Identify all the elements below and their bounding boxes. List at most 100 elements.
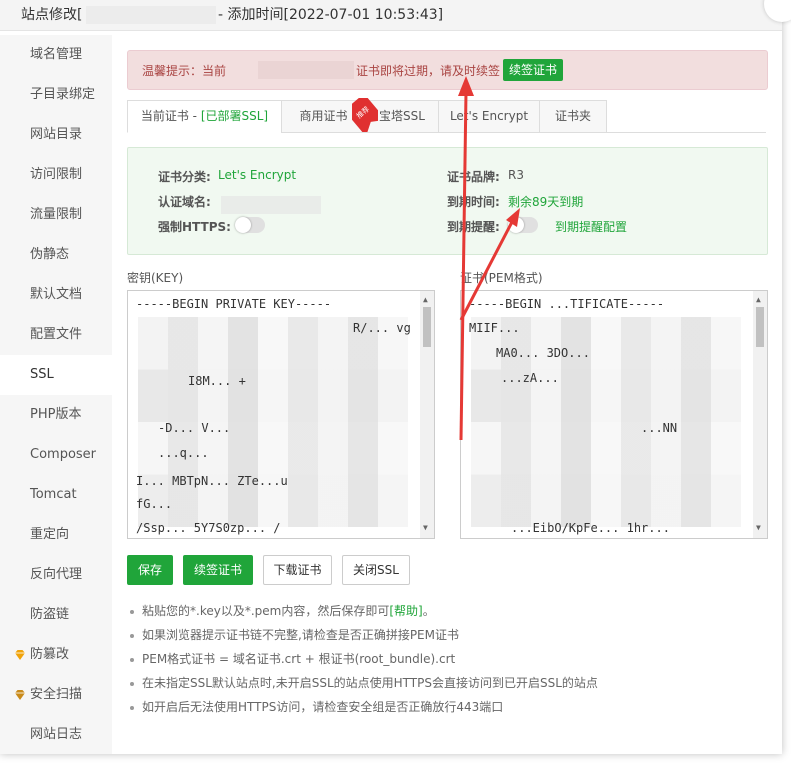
sidebar-item-label: 网站日志 bbox=[30, 727, 83, 742]
sidebar-item-label: Tomcat bbox=[30, 487, 77, 502]
tab-current-cert[interactable]: 当前证书 - [已部署SSL] bbox=[127, 100, 282, 133]
sidebar-item-traffic-limit[interactable]: 流量限制 bbox=[0, 195, 112, 235]
sidebar-item-label: 安全扫描 bbox=[30, 687, 83, 702]
sidebar-item-hotlink[interactable]: 防盗链 bbox=[0, 595, 112, 635]
expire-time-value: 剩余89天到期 bbox=[508, 195, 584, 209]
sidebar-item-label: 防盗链 bbox=[30, 607, 70, 622]
scroll-down-icon[interactable]: ▼ bbox=[756, 523, 761, 532]
tab-current-label: 当前证书 - bbox=[140, 109, 201, 123]
renew-cert-button[interactable]: 续签证书 bbox=[183, 555, 253, 585]
sidebar-item-reverse-proxy[interactable]: 反向代理 bbox=[0, 555, 112, 595]
sidebar-item-site-log[interactable]: 网站日志 bbox=[0, 715, 112, 755]
sidebar-item-label: 配置文件 bbox=[30, 327, 83, 342]
tab-cert-folder[interactable]: 证书夹 bbox=[539, 100, 607, 133]
sidebar-item-ssl[interactable]: SSL bbox=[0, 355, 112, 395]
key-scrollbar[interactable]: ▲ ▼ bbox=[420, 291, 434, 538]
sidebar-item-rewrite[interactable]: 伪静态 bbox=[0, 235, 112, 275]
certificate-textarea[interactable]: -----BEGIN ...TIFICATE----- MIIF... MA0.… bbox=[460, 290, 768, 539]
redacted-domain bbox=[258, 61, 354, 79]
sidebar-item-default-doc[interactable]: 默认文档 bbox=[0, 275, 112, 315]
cert-domain-label: 认证域名: bbox=[158, 195, 211, 209]
sidebar-item-label: 访问限制 bbox=[30, 167, 83, 182]
help-link[interactable]: [帮助] bbox=[389, 604, 422, 618]
cert-brand-label: 证书品牌: bbox=[447, 170, 500, 184]
sidebar-item-label: 反向代理 bbox=[30, 567, 83, 582]
bullet bbox=[130, 633, 134, 638]
dialog-title-suffix: - 添加时间[2022-07-01 10:53:43] bbox=[218, 7, 444, 23]
key-line: -D... V... bbox=[158, 421, 231, 435]
save-button[interactable]: 保存 bbox=[127, 555, 173, 585]
bullet bbox=[130, 609, 134, 614]
ssl-panel: 温馨提示：当前 证书即将过期，请及时续签 续签证书 当前证书 - [已部署SSL… bbox=[112, 35, 782, 754]
sidebar-item-redirect[interactable]: 重定向 bbox=[0, 515, 112, 555]
alert-renew-button[interactable]: 续签证书 bbox=[503, 59, 563, 81]
sidebar-item-site-dir[interactable]: 网站目录 bbox=[0, 115, 112, 155]
ssl-tabs: 当前证书 - [已部署SSL] 商用证书 宝塔SSL Let's Encrypt… bbox=[127, 98, 766, 133]
redacted-domain-value bbox=[221, 196, 321, 214]
sidebar-item-php-version[interactable]: PHP版本 bbox=[0, 395, 112, 435]
sidebar-item-security-scan[interactable]: 安全扫描 bbox=[0, 675, 112, 715]
toggle-knob bbox=[508, 217, 524, 233]
cert-line: ...EibO/KpFe... 1hr... bbox=[511, 521, 670, 535]
key-label: 密钥(KEY) bbox=[127, 271, 184, 285]
cert-label: 证书(PEM格式) bbox=[460, 271, 543, 285]
sidebar-item-label: SSL bbox=[30, 367, 54, 382]
force-https-toggle[interactable] bbox=[235, 217, 265, 233]
tab-letsencrypt[interactable]: Let's Encrypt bbox=[438, 100, 540, 133]
cert-scrollbar[interactable]: ▲ ▼ bbox=[753, 291, 767, 538]
expire-time-label: 到期时间: bbox=[447, 195, 500, 209]
gem-icon bbox=[15, 650, 25, 660]
sidebar-item-label: 防篡改 bbox=[30, 647, 70, 662]
bullet bbox=[130, 681, 134, 686]
close-ssl-button[interactable]: 关闭SSL bbox=[342, 555, 410, 585]
sidebar-item-subdir[interactable]: 子目录绑定 bbox=[0, 75, 112, 115]
key-line: -----BEGIN PRIVATE KEY----- bbox=[136, 297, 332, 311]
sidebar-item-composer[interactable]: Composer bbox=[0, 435, 112, 475]
scroll-up-icon[interactable]: ▲ bbox=[756, 295, 761, 304]
bullet bbox=[130, 705, 134, 710]
note-item: 在未指定SSL默认站点时,未开启SSL的站点使用HTTPS会直接访问到已开启SS… bbox=[130, 674, 598, 691]
scroll-down-icon[interactable]: ▼ bbox=[423, 523, 428, 532]
scroll-thumb[interactable] bbox=[756, 307, 764, 347]
alert-text-after: 证书即将过期，请及时续签 bbox=[356, 64, 501, 78]
sidebar-item-access-limit[interactable]: 访问限制 bbox=[0, 155, 112, 195]
expiry-warning-alert: 温馨提示：当前 证书即将过期，请及时续签 续签证书 bbox=[127, 50, 768, 90]
sidebar-item-label: 重定向 bbox=[30, 527, 70, 542]
sidebar-item-tamper-proof[interactable]: 防篡改 bbox=[0, 635, 112, 675]
cert-line: -----BEGIN ...TIFICATE----- bbox=[469, 297, 665, 311]
sidebar-item-label: Composer bbox=[30, 447, 97, 462]
note-item: 如开启后无法使用HTTPS访问，请检查安全组是否正确放行443端口 bbox=[130, 698, 503, 715]
scroll-thumb[interactable] bbox=[423, 307, 431, 347]
key-line: I... MBTpN... ZTe...u bbox=[136, 474, 288, 488]
sidebar-item-config-file[interactable]: 配置文件 bbox=[0, 315, 112, 355]
scroll-up-icon[interactable]: ▲ bbox=[423, 295, 428, 304]
gem-icon bbox=[15, 690, 25, 700]
sidebar-item-label: 伪静态 bbox=[30, 247, 70, 262]
tab-commercial-label: 商用证书 bbox=[299, 109, 348, 123]
note-text: PEM格式证书 = 域名证书.crt + 根证书(root_bundle).cr… bbox=[142, 652, 456, 666]
note-text: 在未指定SSL默认站点时,未开启SSL的站点使用HTTPS会直接访问到已开启SS… bbox=[142, 676, 598, 690]
toggle-knob bbox=[235, 217, 251, 233]
key-line: fG... bbox=[136, 497, 173, 511]
sidebar-item-tomcat[interactable]: Tomcat bbox=[0, 475, 112, 515]
note-text: 如果浏览器提示证书链不完整,请检查是否正确拼接PEM证书 bbox=[142, 628, 459, 642]
note-text: 如开启后无法使用HTTPS访问，请检查安全组是否正确放行443端口 bbox=[142, 700, 504, 714]
note-text: 粘贴您的*.key以及*.pem内容，然后保存即可 bbox=[142, 604, 390, 618]
private-key-textarea[interactable]: -----BEGIN PRIVATE KEY----- R/... vg I8M… bbox=[127, 290, 435, 539]
sidebar-item-domain[interactable]: 域名管理 bbox=[0, 35, 112, 75]
sidebar-item-label: 流量限制 bbox=[30, 207, 83, 222]
key-line: I8M... + bbox=[188, 374, 246, 388]
cert-brand-value: R3 bbox=[508, 168, 524, 182]
expire-remind-config-link[interactable]: 到期提醒配置 bbox=[555, 218, 627, 235]
note-item: PEM格式证书 = 域名证书.crt + 根证书(root_bundle).cr… bbox=[130, 650, 455, 667]
alert-text-before: 温馨提示：当前 bbox=[142, 64, 227, 78]
tab-current-status: [已部署SSL] bbox=[200, 109, 269, 123]
download-cert-button[interactable]: 下载证书 bbox=[263, 555, 332, 585]
cert-line: ...NN bbox=[641, 421, 678, 435]
settings-sidebar: 域名管理 子目录绑定 网站目录 访问限制 流量限制 伪静态 默认文档 配置文件 … bbox=[0, 35, 112, 754]
expire-remind-toggle[interactable] bbox=[508, 217, 538, 233]
dialog-title-prefix: 站点修改[ bbox=[21, 7, 83, 23]
sidebar-item-label: 子目录绑定 bbox=[30, 87, 96, 102]
note-item: 粘贴您的*.key以及*.pem内容，然后保存即可[帮助]。 bbox=[130, 602, 435, 619]
sidebar-item-label: 域名管理 bbox=[30, 47, 83, 62]
